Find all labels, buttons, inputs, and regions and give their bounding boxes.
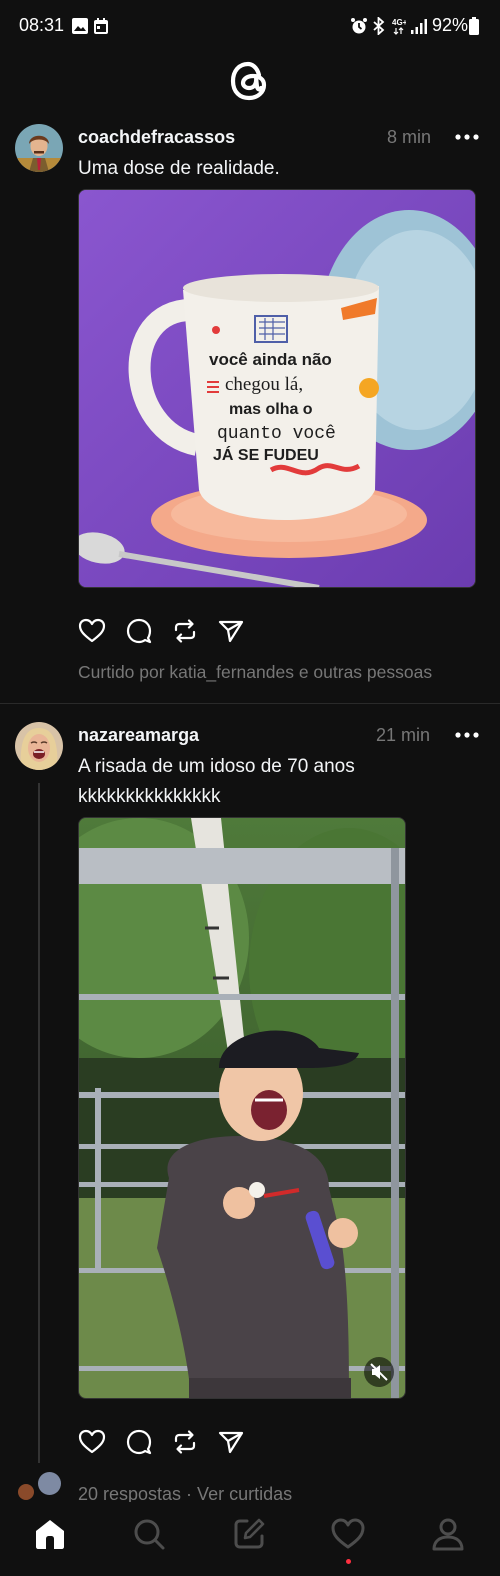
post-time: 21 min (376, 725, 431, 745)
avatar[interactable] (15, 124, 63, 172)
repost-icon[interactable] (171, 1428, 199, 1456)
home-icon[interactable] (32, 1516, 68, 1552)
liked-by-text[interactable]: Curtido por katia_fernandes e outras pes… (78, 662, 432, 683)
post-actions (78, 1428, 278, 1458)
post-image[interactable]: você ainda não chegou lá, mas olha o qua… (78, 189, 476, 588)
bottom-navigation (0, 1502, 500, 1576)
thread-line (38, 783, 40, 1463)
reply-avatar (18, 1484, 34, 1500)
username[interactable]: coachdefracassos (78, 127, 235, 148)
post-time: 8 min (387, 127, 432, 147)
compose-icon[interactable] (231, 1516, 267, 1552)
bluetooth-icon (373, 17, 385, 35)
post-caption: Uma dose de realidade. (78, 158, 280, 179)
avatar-image (15, 124, 63, 172)
comment-icon[interactable] (125, 1428, 153, 1456)
post-caption-line-2: kkkkkkkkkkkkkkk (78, 786, 221, 807)
profile-icon[interactable] (430, 1516, 466, 1552)
username[interactable]: nazareamarga (78, 725, 199, 746)
post-divider (0, 703, 500, 704)
mug-text-line: quanto você (217, 424, 336, 444)
mug-text-line: JÁ SE FUDEU (213, 445, 319, 464)
gallery-icon (72, 18, 88, 34)
signal-icon (411, 19, 427, 34)
battery-percentage: 92% (432, 15, 469, 35)
more-options-icon[interactable] (452, 725, 482, 745)
alarm-icon (351, 18, 367, 34)
reply-avatar (38, 1472, 61, 1495)
video-frame (79, 818, 405, 1398)
calendar-icon (94, 18, 108, 34)
share-icon[interactable] (217, 617, 245, 645)
post-video[interactable] (78, 817, 406, 1399)
avatar[interactable] (15, 722, 63, 770)
status-bar: 08:31 4G+ 92% (0, 0, 500, 52)
like-icon[interactable] (78, 1428, 106, 1456)
post-caption: A risada de um idoso de 70 anos (78, 756, 355, 777)
battery-icon (469, 17, 479, 35)
status-time: 08:31 (19, 15, 65, 35)
post-actions (78, 617, 278, 647)
notification-dot (346, 1559, 351, 1564)
avatar-image (15, 722, 63, 770)
share-icon[interactable] (217, 1428, 245, 1456)
repost-icon[interactable] (171, 617, 199, 645)
like-icon[interactable] (78, 617, 106, 645)
threads-logo[interactable] (228, 58, 270, 104)
comment-icon[interactable] (125, 617, 153, 645)
search-icon[interactable] (131, 1516, 167, 1552)
mug-text-line: mas olha o (229, 401, 313, 418)
network-icon: 4G+ (392, 18, 406, 35)
mute-icon[interactable] (363, 1356, 395, 1388)
activity-icon[interactable] (330, 1516, 366, 1552)
svg-text:4G+: 4G+ (392, 18, 406, 27)
mug-image: você ainda não chegou lá, mas olha o qua… (79, 190, 475, 587)
mug-text-line: você ainda não (209, 350, 332, 369)
mug-text-line: chegou lá, (225, 374, 303, 395)
more-options-icon[interactable] (452, 127, 482, 147)
